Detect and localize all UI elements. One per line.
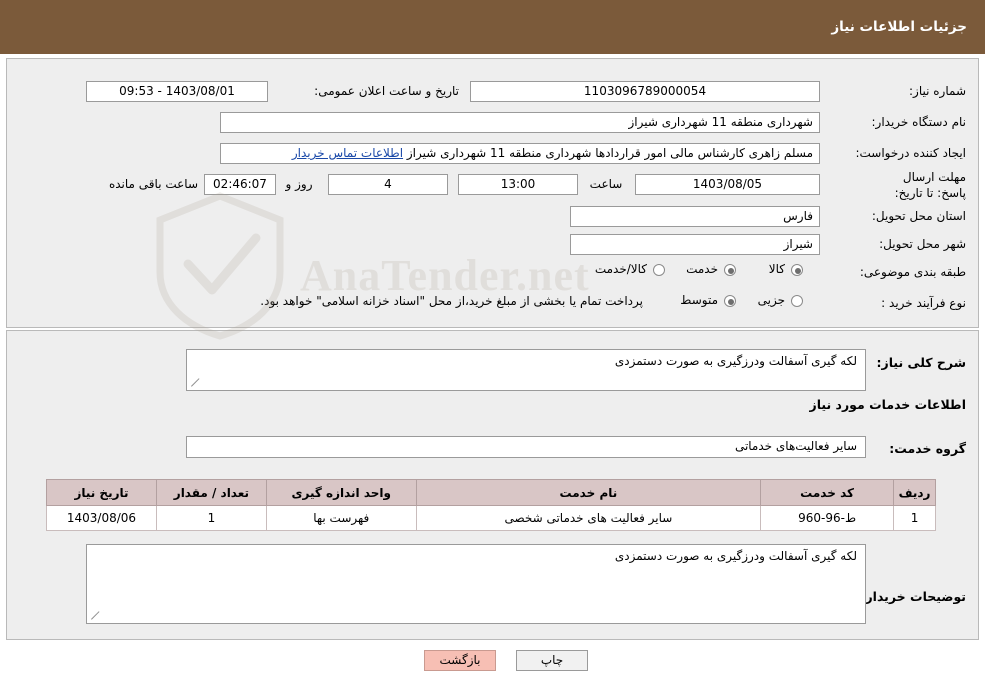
back-button-pink[interactable]: بازگشت [424, 650, 496, 671]
service-group-label: گروه خدمت: [889, 441, 966, 456]
category-option-kala: کالا [768, 262, 785, 276]
category-radio-kala[interactable] [791, 264, 803, 276]
buyer-notes-value: لکه گیری آسفالت ودرزگیری به صورت دستمزدی [86, 544, 866, 624]
province-value: فارس [570, 206, 820, 227]
deadline-date: 1403/08/05 [635, 174, 820, 195]
general-desc-text: لکه گیری آسفالت ودرزگیری به صورت دستمزدی [614, 354, 857, 368]
need-number-value: 1103096789000054 [470, 81, 820, 102]
deadline-days: 4 [328, 174, 448, 195]
page-header: جزئیات اطلاعات نیاز [0, 0, 985, 56]
cell-name: سایر فعالیت های خدماتی شخصی [415, 505, 762, 531]
purchase-type-option-motevaset: متوسط [680, 293, 718, 307]
deadline-hour-label: ساعت [589, 177, 623, 191]
need-summary-panel: شماره نیاز: 1103096789000054 تاریخ و ساع… [6, 58, 979, 328]
announce-datetime-value: 1403/08/01 - 09:53 [86, 81, 268, 102]
deadline-hour: 13:00 [458, 174, 578, 195]
buyer-notes-label: توضیحات خریدار: [860, 589, 966, 604]
general-desc-value: لکه گیری آسفالت ودرزگیری به صورت دستمزدی [186, 349, 866, 391]
deadline-days-label: روز و [285, 177, 313, 191]
cell-date: 1403/08/06 [46, 505, 157, 531]
page-root: جزئیات اطلاعات نیاز شماره نیاز: 11030967… [0, 0, 985, 691]
th-name: نام خدمت [415, 479, 762, 506]
requester-value: مسلم زاهری کارشناس مالی امور قراردادها ش… [220, 143, 820, 164]
cell-qty: 1 [155, 505, 267, 531]
th-code: کد خدمت [760, 479, 895, 506]
th-row: ردیف [893, 479, 936, 506]
deadline-remaining-label: ساعت باقی مانده [108, 177, 198, 191]
service-items-table: ردیف کد خدمت نام خدمت واحد اندازه گیری ت… [46, 479, 936, 531]
province-label: استان محل تحویل: [871, 209, 966, 223]
category-option-kala-khedmat: کالا/خدمت [594, 262, 647, 276]
purchase-type-option-jozi: جزیی [757, 293, 785, 307]
category-label: طبقه بندی موضوعی: [859, 265, 966, 279]
th-unit: واحد اندازه گیری [265, 479, 417, 506]
page-title: جزئیات اطلاعات نیاز [831, 19, 967, 35]
category-radio-kala-khedmat[interactable] [653, 264, 665, 276]
th-date: تاریخ نیاز [46, 479, 157, 506]
city-label: شهر محل تحویل: [879, 237, 966, 251]
category-radio-khedmat[interactable] [724, 264, 736, 276]
city-value: شیراز [570, 234, 820, 255]
buyer-org-label: نام دستگاه خریدار: [871, 115, 967, 129]
announce-datetime-label: تاریخ و ساعت اعلان عمومی: [314, 84, 459, 98]
resize-grip-icon [190, 378, 200, 388]
cell-unit: فهرست بها [265, 505, 417, 531]
table-header-row: ردیف کد خدمت نام خدمت واحد اندازه گیری ت… [46, 479, 936, 506]
cell-row: 1 [893, 505, 936, 531]
purchase-type-note: پرداخت تمام یا بخشی از مبلغ خرید،از محل … [260, 294, 643, 308]
service-group-value: سایر فعالیت‌های خدماتی [186, 436, 866, 458]
requester-label: ایجاد کننده درخواست: [855, 146, 966, 160]
print-button[interactable]: چاپ [516, 650, 588, 671]
cell-code: ط-96-960 [760, 505, 895, 531]
deadline-label: مهلت ارسال پاسخ: تا تاریخ: [894, 170, 966, 200]
need-details-panel: شرح کلی نیاز: لکه گیری آسفالت ودرزگیری ب… [6, 330, 979, 640]
buyer-org-value: شهرداری منطقه 11 شهرداری شیراز [220, 112, 820, 133]
category-option-khedmat: خدمت [686, 262, 718, 276]
buyer-contact-link[interactable]: اطلاعات تماس خریدار [292, 146, 403, 160]
services-heading: اطلاعات خدمات مورد نیاز [809, 397, 967, 412]
th-qty: تعداد / مقدار [155, 479, 267, 506]
table-row: 1 ط-96-960 سایر فعالیت های خدماتی شخصی ف… [46, 505, 936, 531]
general-desc-label: شرح کلی نیاز: [876, 355, 966, 370]
deadline-remaining: 02:46:07 [204, 174, 276, 195]
buyer-notes-text: لکه گیری آسفالت ودرزگیری به صورت دستمزدی [614, 549, 857, 563]
resize-grip-icon-2 [90, 611, 100, 621]
purchase-type-label: نوع فرآیند خرید : [881, 296, 966, 310]
purchase-type-radio-motevaset[interactable] [724, 295, 736, 307]
requester-name: مسلم زاهری کارشناس مالی امور قراردادها ش… [406, 146, 813, 160]
purchase-type-radio-jozi[interactable] [791, 295, 803, 307]
need-number-label: شماره نیاز: [909, 84, 966, 98]
